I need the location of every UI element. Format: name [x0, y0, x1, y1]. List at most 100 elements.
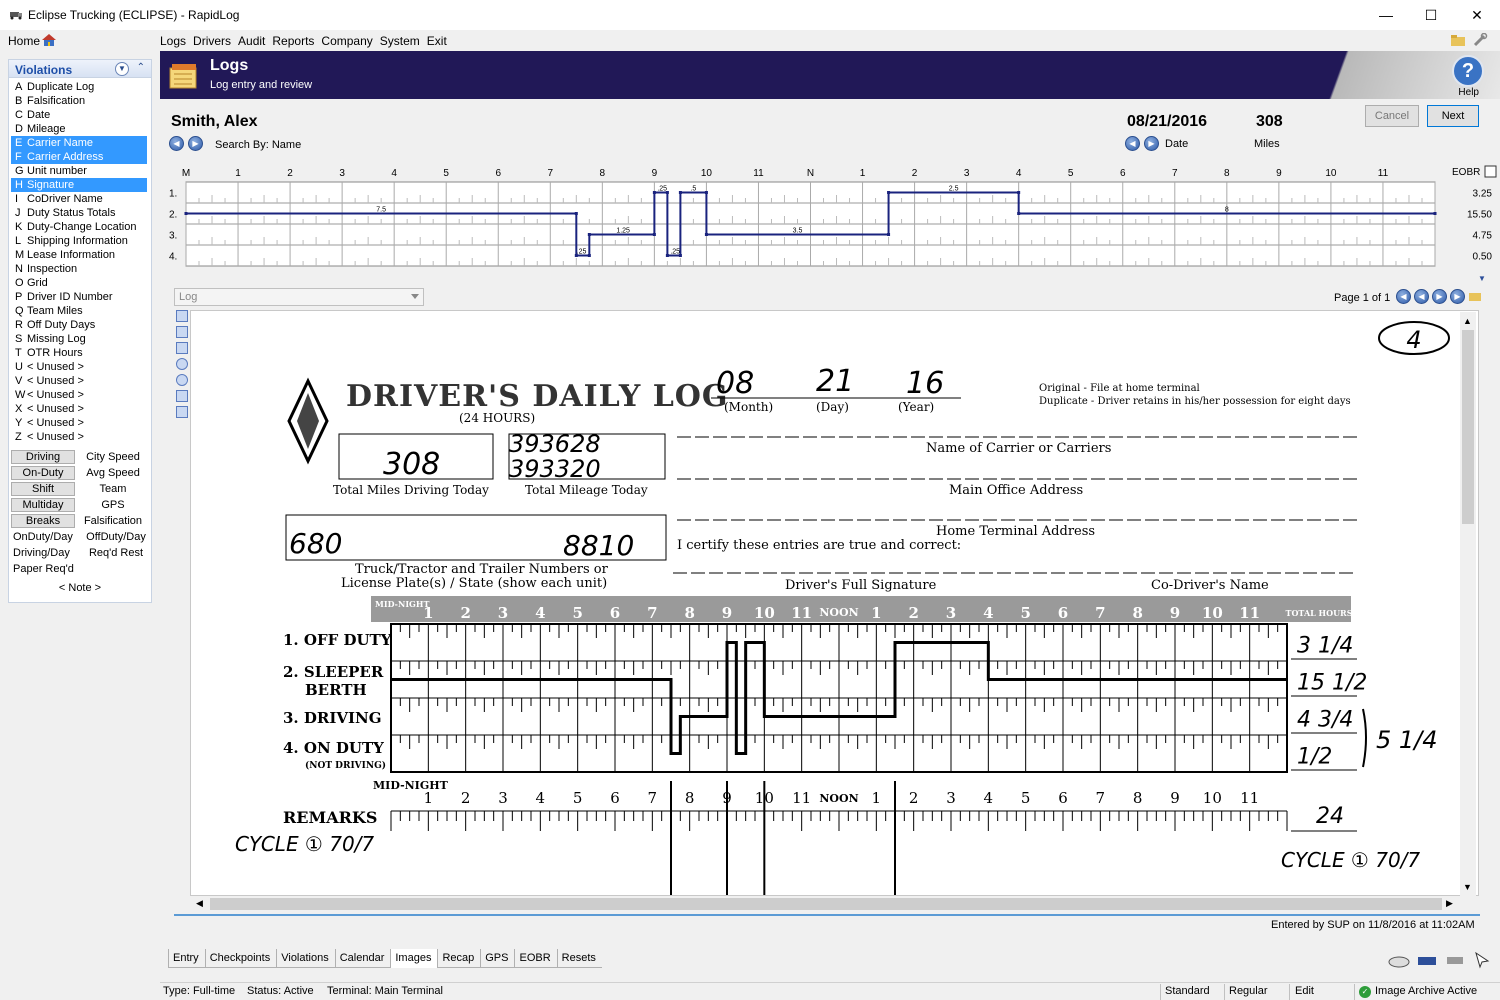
cancel-button[interactable]: Cancel — [1365, 105, 1419, 127]
zoom-out-icon[interactable] — [176, 374, 188, 386]
violation-item-l[interactable]: L Shipping Information — [11, 234, 147, 248]
chevron-down-icon[interactable]: ▼ — [115, 62, 129, 76]
violation-item-p[interactable]: P Driver ID Number — [11, 290, 147, 304]
fit-width-icon[interactable] — [176, 326, 188, 338]
hours-option-4[interactable]: Falsification — [75, 513, 151, 529]
violation-item-h[interactable]: H Signature — [11, 178, 147, 192]
next-driver-icon[interactable]: ▶ — [188, 136, 203, 151]
prev-driver-icon[interactable]: ◀ — [169, 136, 184, 151]
violation-item-v[interactable]: V < Unused > — [11, 374, 147, 388]
violation-item-m[interactable]: M Lease Information — [11, 248, 147, 262]
tab-violations[interactable]: Violations — [276, 949, 335, 968]
wrench-icon[interactable] — [1472, 33, 1488, 47]
violation-item-t[interactable]: T OTR Hours — [11, 346, 147, 360]
tab-checkpoints[interactable]: Checkpoints — [204, 949, 277, 968]
tab-entry[interactable]: Entry — [168, 949, 205, 968]
tab-eobr[interactable]: EOBR — [514, 949, 557, 968]
horizontal-scrollbar[interactable]: ◀ ▶ — [192, 896, 1458, 912]
violation-item-g[interactable]: G Unit number — [11, 164, 147, 178]
print-icon[interactable] — [1444, 951, 1466, 969]
menu-exit[interactable]: Exit — [427, 34, 447, 48]
scroll-down-icon[interactable]: ▼ — [1463, 882, 1472, 892]
violation-item-j[interactable]: J Duty Status Totals — [11, 206, 147, 220]
violation-item-o[interactable]: O Grid — [11, 276, 147, 290]
eobr-checkbox[interactable] — [1484, 165, 1497, 178]
maximize-button[interactable]: ☐ — [1411, 4, 1451, 26]
menu-reports[interactable]: Reports — [272, 34, 314, 48]
next-button[interactable]: Next — [1427, 105, 1479, 127]
hours-button-2[interactable]: Shift — [11, 482, 75, 496]
violation-item-a[interactable]: A Duplicate Log — [11, 80, 147, 94]
scroll-right-icon[interactable]: ▶ — [1446, 898, 1453, 909]
menu-company[interactable]: Company — [321, 34, 372, 48]
hours-option-1[interactable]: Avg Speed — [75, 465, 151, 481]
violation-item-z[interactable]: Z < Unused > — [11, 430, 147, 444]
close-button[interactable]: ✕ — [1457, 4, 1497, 26]
hours-option-3[interactable]: GPS — [75, 497, 151, 513]
scanner-icon[interactable] — [1388, 951, 1410, 969]
menu-audit[interactable]: Audit — [238, 34, 265, 48]
hours-option-left[interactable]: OnDuty/Day — [11, 529, 81, 545]
vertical-scrollbar[interactable]: ▲ ▼ — [1460, 312, 1476, 896]
violation-item-e[interactable]: E Carrier Name — [11, 136, 147, 150]
pointer-icon[interactable] — [1472, 951, 1494, 969]
hours-button-1[interactable]: On-Duty — [11, 466, 75, 480]
menu-logs[interactable]: Logs — [160, 34, 186, 48]
prev-date-icon[interactable]: ◀ — [1125, 136, 1140, 151]
violation-item-y[interactable]: Y < Unused > — [11, 416, 147, 430]
hours-option-0[interactable]: City Speed — [75, 449, 151, 465]
collapse-up-icon[interactable]: ⌃ — [137, 62, 145, 73]
violation-item-f[interactable]: F Carrier Address — [11, 150, 147, 164]
help-icon[interactable]: ? — [1452, 55, 1484, 87]
rotate-right-icon[interactable] — [176, 406, 188, 418]
violation-item-c[interactable]: C Date — [11, 108, 147, 122]
folder-open-icon[interactable] — [1468, 289, 1482, 303]
next-page-icon[interactable]: ▶ — [1432, 289, 1447, 304]
zoom-in-icon[interactable] — [176, 358, 188, 370]
prev-page-icon[interactable]: ◀ — [1414, 289, 1429, 304]
hours-option-right[interactable]: OffDuty/Day — [81, 529, 151, 545]
first-page-icon[interactable]: ◀ — [1396, 289, 1411, 304]
note-link[interactable]: < Note > — [9, 582, 151, 594]
tab-gps[interactable]: GPS — [480, 949, 515, 968]
scroll-thumb[interactable] — [1462, 330, 1474, 524]
violation-item-q[interactable]: Q Team Miles — [11, 304, 147, 318]
violation-item-s[interactable]: S Missing Log — [11, 332, 147, 346]
next-date-icon[interactable]: ▶ — [1144, 136, 1159, 151]
last-page-icon[interactable]: ▶ — [1450, 289, 1465, 304]
hours-option-right[interactable]: Req'd Rest — [81, 545, 151, 561]
help-label[interactable]: Help — [1458, 87, 1479, 98]
violation-item-u[interactable]: U < Unused > — [11, 360, 147, 374]
rotate-left-icon[interactable] — [176, 390, 188, 402]
home-icon[interactable] — [41, 32, 57, 48]
scanned-log-image[interactable]: 4 DRIVER'S DAILY LOG (24 HOURS) 08 21 16 (Mont… — [190, 310, 1479, 896]
hours-option-right[interactable] — [81, 561, 151, 577]
hours-button-4[interactable]: Breaks — [11, 514, 75, 528]
tab-calendar[interactable]: Calendar — [334, 949, 391, 968]
scroll-left-icon[interactable]: ◀ — [196, 898, 203, 909]
hours-option-2[interactable]: Team — [75, 481, 151, 497]
hours-option-left[interactable]: Driving/Day — [11, 545, 81, 561]
tab-images[interactable]: Images — [390, 949, 438, 968]
scroll-h-thumb[interactable] — [210, 898, 1442, 910]
actual-size-icon[interactable] — [176, 342, 188, 354]
home-menu[interactable]: Home — [8, 34, 40, 48]
violation-item-b[interactable]: B Falsification — [11, 94, 147, 108]
hours-option-left[interactable]: Paper Req'd — [11, 561, 81, 577]
fax-icon[interactable] — [1416, 951, 1438, 969]
tab-recap[interactable]: Recap — [437, 949, 481, 968]
hours-button-0[interactable]: Driving — [11, 450, 75, 464]
menu-drivers[interactable]: Drivers — [193, 34, 231, 48]
folder-icon[interactable] — [1450, 33, 1466, 47]
violation-item-d[interactable]: D Mileage — [11, 122, 147, 136]
violation-item-w[interactable]: W < Unused > — [11, 388, 147, 402]
duty-status-grid[interactable]: M 1 2 3 4 5 6 7 8 9 10 11 N 1 2 3 4 5 6 7 8 9 10 11 1. 2. 3. 4. EOBR… — [160, 162, 1500, 282]
violation-item-i[interactable]: I CoDriver Name — [11, 192, 147, 206]
image-type-select[interactable]: Log — [174, 288, 424, 306]
minimize-button[interactable]: — — [1366, 4, 1406, 26]
tab-resets[interactable]: Resets — [556, 949, 602, 968]
hours-button-3[interactable]: Multiday — [11, 498, 75, 512]
violation-item-n[interactable]: N Inspection — [11, 262, 147, 276]
violation-item-k[interactable]: K Duty-Change Location — [11, 220, 147, 234]
violation-item-r[interactable]: R Off Duty Days — [11, 318, 147, 332]
